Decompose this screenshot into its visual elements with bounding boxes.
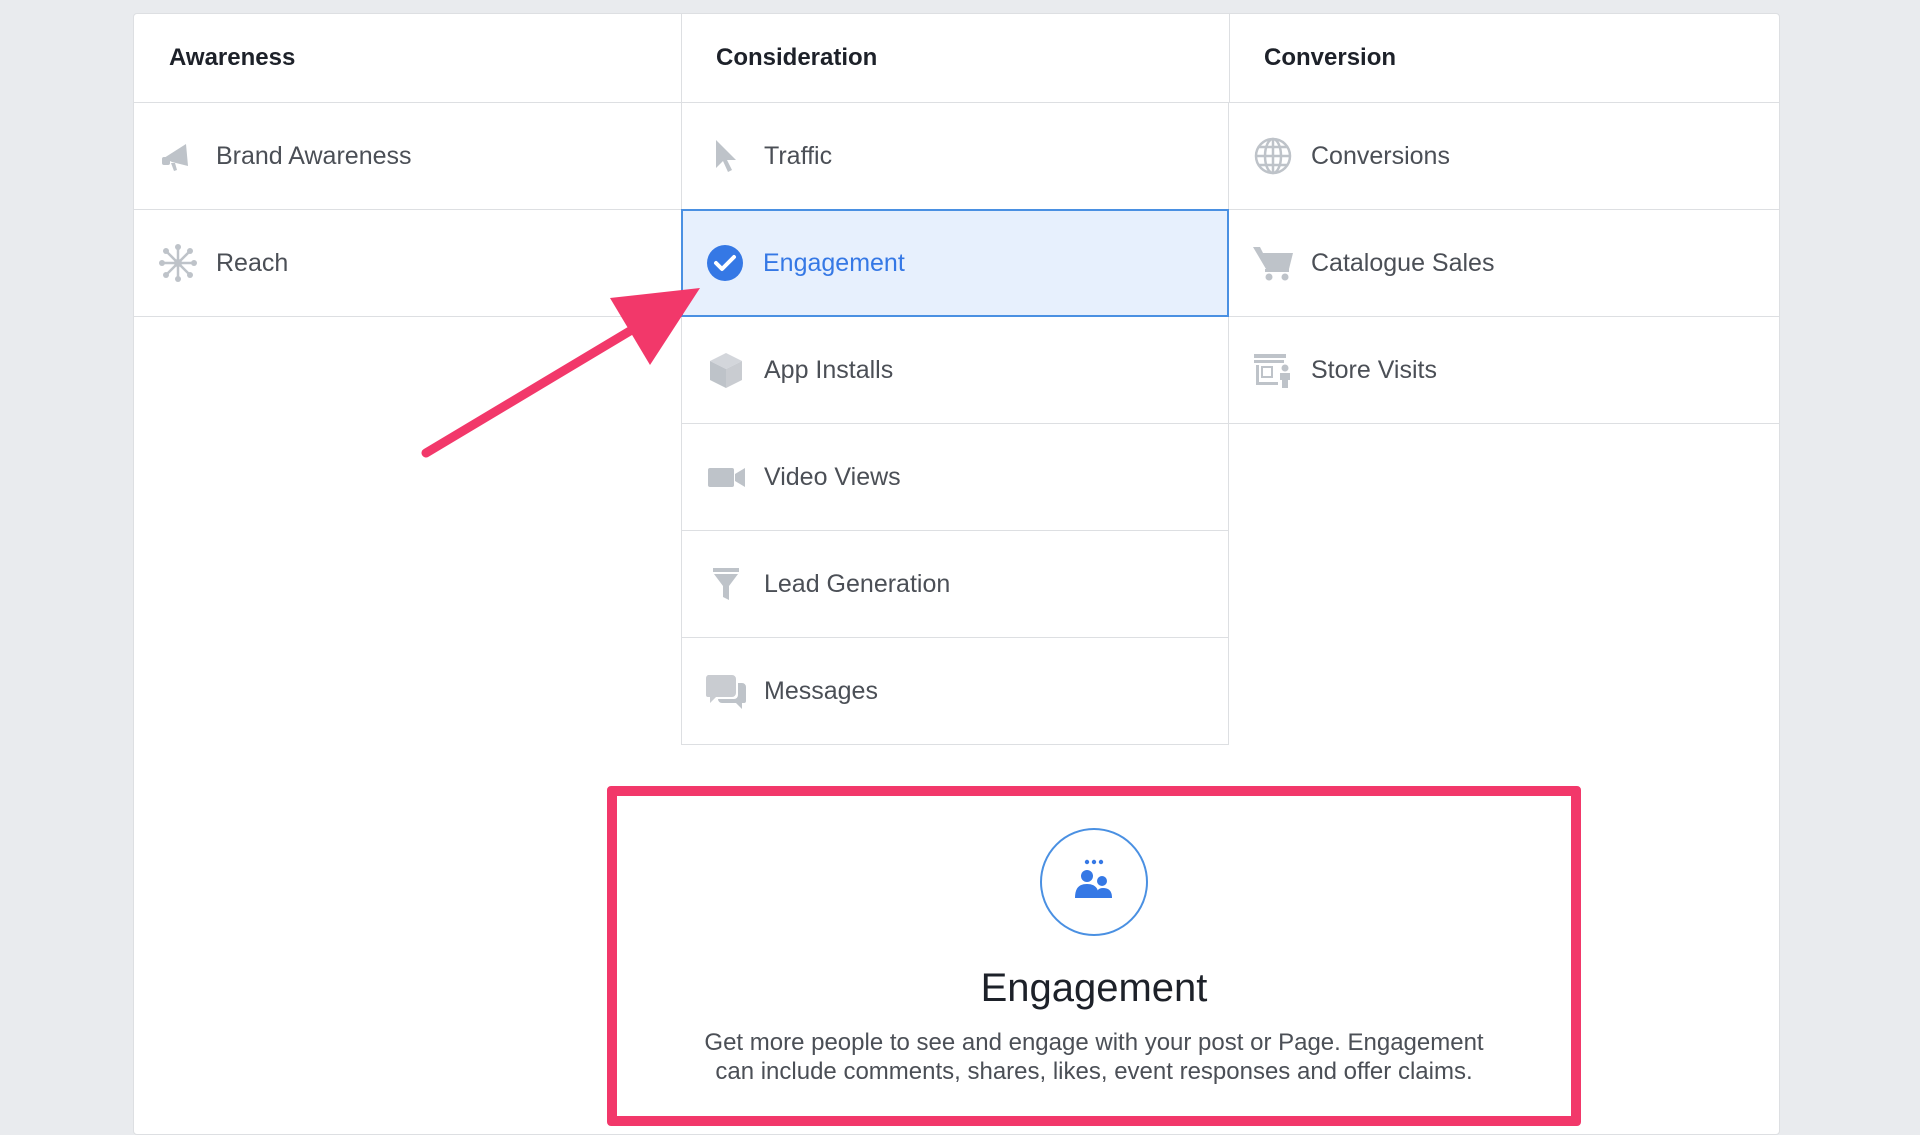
column-header-conversion: Conversion <box>1264 44 1397 71</box>
objective-app-installs[interactable]: App Installs <box>681 317 1229 424</box>
cursor-icon <box>704 134 748 178</box>
globe-icon <box>1251 134 1295 178</box>
objective-reach[interactable]: Reach <box>134 210 681 317</box>
objective-messages[interactable]: Messages <box>681 638 1229 745</box>
detail-description: Get more people to see and engage with y… <box>677 1028 1511 1086</box>
objective-traffic[interactable]: Traffic <box>681 103 1229 210</box>
column-header-row: Awareness Consideration Conversion <box>134 14 1779 103</box>
objective-label: Video Views <box>764 462 901 491</box>
objective-label: Traffic <box>764 141 833 170</box>
objective-label: Messages <box>764 676 878 705</box>
header-divider <box>681 14 682 102</box>
objective-label: Reach <box>216 248 289 277</box>
objective-catalogue-sales[interactable]: Catalogue Sales <box>1229 210 1779 317</box>
people-group-icon <box>1040 828 1148 936</box>
objective-label: App Installs <box>764 355 894 384</box>
objective-label: Engagement <box>763 248 905 277</box>
megaphone-icon <box>156 134 200 178</box>
objective-detail-panel: Engagement Get more people to see and en… <box>607 786 1581 1126</box>
header-divider <box>1229 14 1230 102</box>
detail-title: Engagement <box>980 966 1208 1010</box>
objective-label: Conversions <box>1311 141 1450 170</box>
objective-label: Brand Awareness <box>216 141 412 170</box>
objective-conversions[interactable]: Conversions <box>1229 103 1779 210</box>
column-header-consideration: Consideration <box>716 44 878 71</box>
objective-lead-generation[interactable]: Lead Generation <box>681 531 1229 638</box>
objective-brand-awareness[interactable]: Brand Awareness <box>134 103 681 210</box>
detail-description-line: can include comments, shares, likes, eve… <box>715 1058 1473 1085</box>
reach-icon <box>156 241 200 285</box>
box-icon <box>704 348 748 392</box>
objective-store-visits[interactable]: Store Visits <box>1229 317 1779 424</box>
objective-label: Catalogue Sales <box>1311 248 1495 277</box>
objective-label: Lead Generation <box>764 569 951 598</box>
shopping-cart-icon <box>1251 241 1295 285</box>
check-circle-icon <box>703 241 747 285</box>
objective-label: Store Visits <box>1311 355 1437 384</box>
objective-engagement[interactable]: Engagement <box>681 209 1229 317</box>
chat-bubbles-icon <box>704 669 748 713</box>
video-camera-icon <box>704 455 748 499</box>
objective-selector-card: Awareness Consideration Conversion Brand… <box>133 13 1780 1135</box>
objective-video-views[interactable]: Video Views <box>681 424 1229 531</box>
funnel-icon <box>704 562 748 606</box>
detail-description-line: Get more people to see and engage with y… <box>704 1029 1484 1056</box>
store-icon <box>1251 348 1295 392</box>
column-header-awareness: Awareness <box>169 44 296 71</box>
